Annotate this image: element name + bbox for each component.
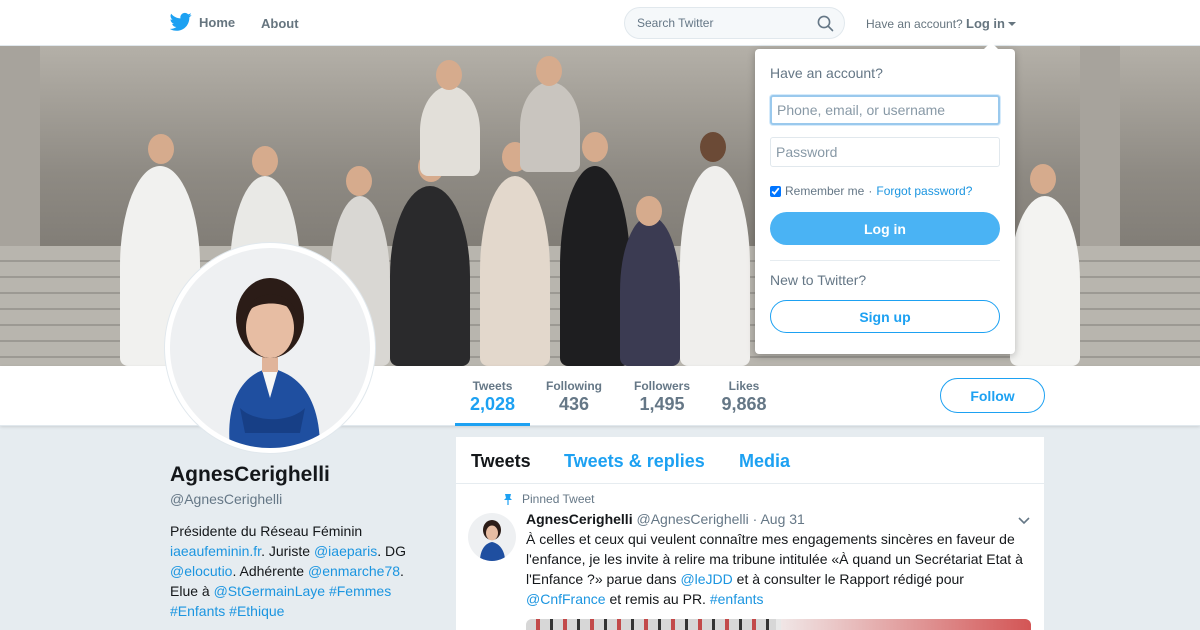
remember-separator: · <box>868 184 873 198</box>
bio-text: Présidente du Réseau Féminin <box>170 523 363 539</box>
tweet-mention-lejdd[interactable]: @leJDD <box>680 571 732 587</box>
profile-avatar[interactable] <box>165 243 375 453</box>
banner-person-head <box>700 132 726 162</box>
timeline-tabs: Tweets Tweets & replies Media <box>456 437 1044 484</box>
remember-me-checkbox[interactable] <box>770 185 781 197</box>
pinned-label: Pinned Tweet <box>522 492 595 506</box>
remember-me-label[interactable]: Remember me <box>785 184 864 198</box>
bio-hashtag-femmes[interactable]: #Femmes <box>329 583 391 599</box>
bio-text: . DG <box>377 543 406 559</box>
tweet-hashtag-enfants[interactable]: #enfants <box>710 591 764 607</box>
tweet-avatar[interactable] <box>468 513 516 561</box>
tweet-text-part: et remis au PR. <box>605 591 710 607</box>
login-dropdown-toggle[interactable]: Log in <box>966 16 1016 31</box>
caret-down-icon <box>1008 21 1016 26</box>
bio-mention-enmarche78[interactable]: @enmarche78 <box>308 563 400 579</box>
nav-home-link[interactable]: Home <box>170 12 235 32</box>
banner-person-head <box>536 56 562 86</box>
stat-likes[interactable]: Likes 9,868 <box>714 366 774 426</box>
search-icon[interactable] <box>817 15 834 32</box>
tweet-media-preview[interactable] <box>526 619 1031 630</box>
bio-link-website[interactable]: iaeaufeminin.fr <box>170 543 261 559</box>
bio-hashtag-ethique[interactable]: #Ethique <box>229 603 284 619</box>
follow-button[interactable]: Follow <box>940 378 1045 413</box>
remember-row: Remember me · Forgot password? <box>770 184 972 198</box>
banner-person <box>390 186 470 366</box>
pin-icon <box>504 494 512 505</box>
tweet-timestamp[interactable]: Aug 31 <box>760 511 804 527</box>
new-to-twitter-text: New to Twitter? <box>770 272 867 288</box>
tweet-media-image-left <box>526 619 776 630</box>
stat-value: 9,868 <box>721 394 767 414</box>
tweet-mention-cnffrance[interactable]: @CnfFrance <box>526 591 606 607</box>
profile-bio: Présidente du Réseau Féminin iaeaufemini… <box>170 521 420 621</box>
login-dropdown: Have an account? Remember me · Forgot pa… <box>755 42 1015 354</box>
banner-person-head <box>636 196 662 226</box>
search-input[interactable] <box>625 8 805 38</box>
banner-person <box>420 86 480 176</box>
nav-about-link[interactable]: About <box>261 16 299 31</box>
tab-tweets[interactable]: Tweets <box>471 451 531 472</box>
banner-person-head <box>148 134 174 164</box>
stat-label: Followers <box>633 379 690 393</box>
timeline: Tweets Tweets & replies Media Pinned Twe… <box>456 437 1044 630</box>
banner-person-head <box>346 166 372 196</box>
dropdown-divider <box>770 260 1000 261</box>
bio-mention-stgermainlaye[interactable]: @StGermainLaye <box>214 583 325 599</box>
tab-media[interactable]: Media <box>739 451 790 472</box>
tweet-author-handle[interactable]: @AgnesCerighelli <box>636 511 748 527</box>
username-field[interactable] <box>770 95 1000 125</box>
bio-text: . Adhérente <box>232 563 308 579</box>
password-field[interactable] <box>770 137 1000 167</box>
profile-handle: @AgnesCerighelli <box>170 491 283 507</box>
stat-tweets[interactable]: Tweets 2,028 <box>455 366 530 426</box>
banner-pillar <box>1080 46 1120 256</box>
login-button[interactable]: Log in <box>770 212 1000 245</box>
stat-value: 436 <box>558 394 590 414</box>
tweet-text: À celles et ceux qui veulent connaître m… <box>526 529 1031 609</box>
tweet-author-name[interactable]: AgnesCerighelli <box>526 511 633 527</box>
stat-value: 2,028 <box>469 394 516 414</box>
avatar-photo <box>170 248 370 448</box>
forgot-password-link[interactable]: Forgot password? <box>876 184 972 198</box>
tweet-media-image-right <box>781 619 1031 630</box>
banner-person <box>1010 196 1080 366</box>
login-toggle-label: Log in <box>966 16 1005 31</box>
bio-text: . Juriste <box>261 543 314 559</box>
bio-hashtag-enfants[interactable]: #Enfants <box>170 603 225 619</box>
search-box <box>624 7 845 39</box>
twitter-bird-icon <box>170 12 192 31</box>
nav-home-label: Home <box>199 14 236 30</box>
bio-mention-elocutio[interactable]: @elocutio <box>170 563 232 579</box>
stat-label: Following <box>546 379 602 393</box>
bio-mention-iaeparis[interactable]: @iaeparis <box>314 543 377 559</box>
chevron-down-icon[interactable] <box>1018 517 1030 525</box>
tweet-header: AgnesCerighelli @AgnesCerighelli · Aug 3… <box>526 511 805 527</box>
banner-person <box>680 166 750 366</box>
have-account-text: Have an account? <box>866 17 963 31</box>
stat-value: 1,495 <box>639 394 685 414</box>
stat-label: Tweets <box>472 379 513 393</box>
profile-name: AgnesCerighelli <box>170 463 330 486</box>
stat-following[interactable]: Following 436 <box>538 366 610 426</box>
signup-button[interactable]: Sign up <box>770 300 1000 333</box>
stat-label: Likes <box>728 379 760 393</box>
banner-person <box>620 216 680 366</box>
banner-person <box>520 82 580 172</box>
banner-pillar <box>0 46 40 256</box>
tab-tweets-replies[interactable]: Tweets & replies <box>564 451 705 472</box>
login-dropdown-title: Have an account? <box>770 65 883 81</box>
banner-person-head <box>436 60 462 90</box>
banner-person-head <box>252 146 278 176</box>
stat-followers[interactable]: Followers 1,495 <box>626 366 698 426</box>
top-navigation-bar: Home About Have an account? Log in <box>0 0 1200 46</box>
banner-person-head <box>1030 164 1056 194</box>
banner-person-head <box>582 132 608 162</box>
tweet-separator: · <box>752 511 758 527</box>
tweet-avatar-portrait-icon <box>480 520 505 561</box>
tweet-text-part: et à consulter le Rapport rédigé pour <box>732 571 964 587</box>
banner-person <box>480 176 550 366</box>
pinned-tweet-indicator: Pinned Tweet <box>502 492 595 506</box>
avatar-portrait-icon <box>229 278 320 448</box>
